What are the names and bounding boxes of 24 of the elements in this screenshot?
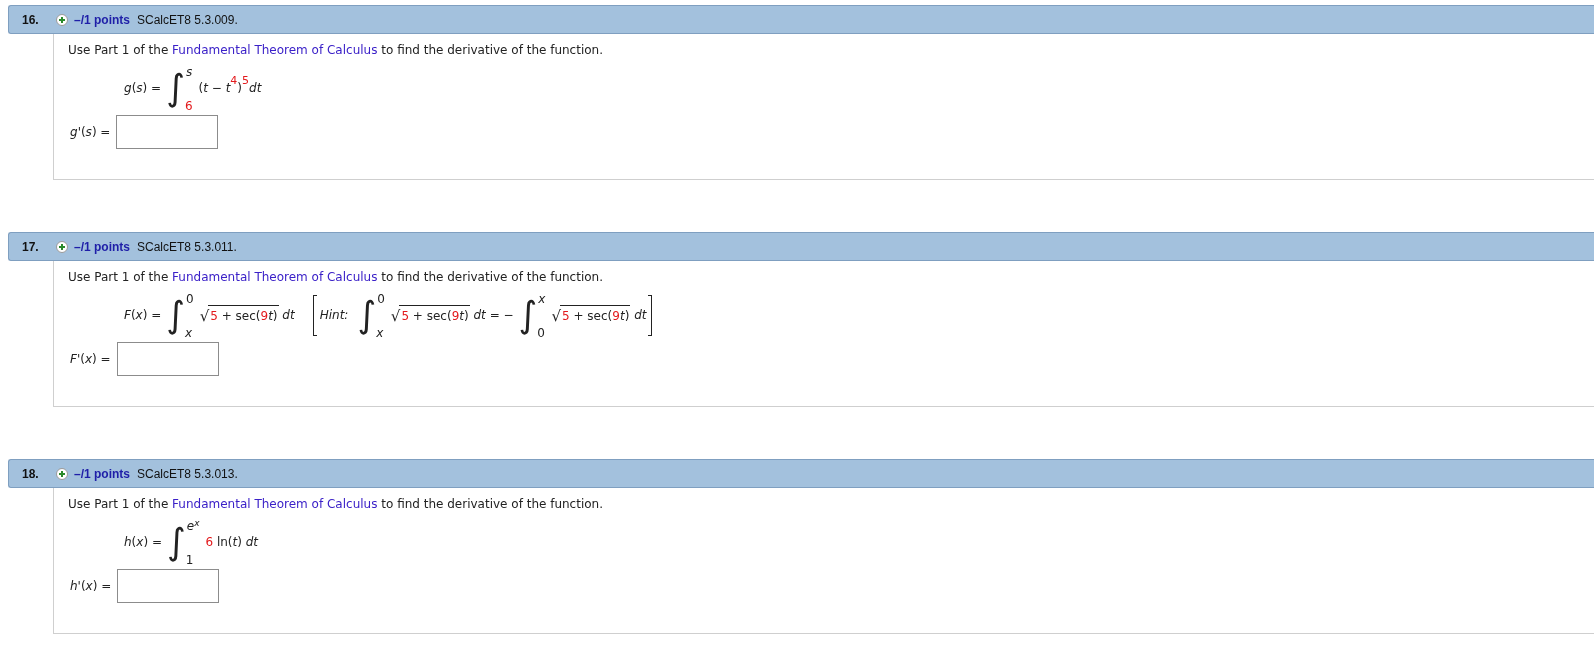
plus-icon[interactable]: [56, 240, 68, 253]
answer-field[interactable]: [116, 115, 219, 149]
question-prompt: Use Part 1 of the Fundamental Theorem of Calculus to find the derivative of the function.: [68, 269, 604, 285]
question-prompt: Use Part 1 of the Fundamental Theorem of Calculus to find the derivative of the function.: [68, 496, 604, 512]
answer-label: h'(x) =: [70, 579, 112, 593]
question-code: SCalcET8 5.3.013.: [137, 466, 238, 481]
theorem-link[interactable]: Fundamental Theorem of Calculus: [172, 497, 378, 511]
question-number: 16.: [22, 12, 40, 27]
answer-label: F'(x) =: [70, 352, 111, 366]
question-code: SCalcET8 5.3.011.: [137, 239, 237, 254]
question-code: SCalcET8 5.3.009.: [137, 12, 238, 27]
points-link[interactable]: –/1 points: [74, 239, 130, 254]
answer-field[interactable]: [117, 569, 220, 603]
plus-icon[interactable]: [56, 467, 68, 480]
theorem-link[interactable]: Fundamental Theorem of Calculus: [172, 43, 378, 57]
question-number: 17.: [22, 239, 40, 254]
plus-icon[interactable]: [56, 13, 68, 26]
theorem-link[interactable]: Fundamental Theorem of Calculus: [172, 270, 378, 284]
question-number: 18.: [22, 466, 40, 481]
points-link[interactable]: –/1 points: [74, 12, 130, 27]
points-link[interactable]: –/1 points: [74, 466, 130, 481]
answer-label: g'(s) =: [70, 125, 111, 139]
question-prompt: Use Part 1 of the Fundamental Theorem of Calculus to find the derivative of the function.: [68, 42, 604, 58]
answer-field[interactable]: [116, 342, 219, 376]
